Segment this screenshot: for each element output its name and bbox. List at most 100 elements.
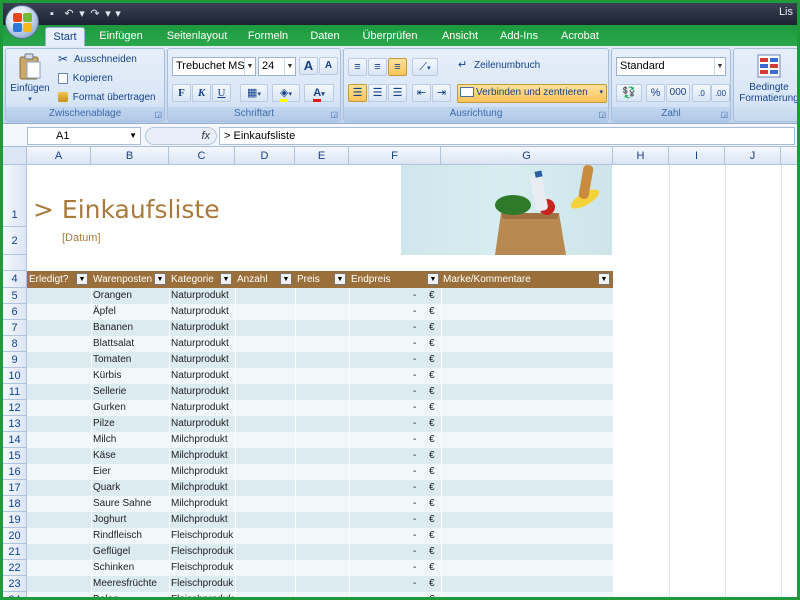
cell-endpreis[interactable]: - € <box>349 352 441 368</box>
cell-anzahl[interactable] <box>235 576 295 592</box>
cell-preis[interactable] <box>295 592 349 597</box>
align-middle-button[interactable]: ≡ <box>368 58 387 76</box>
align-right-button[interactable]: ☰ <box>388 84 407 102</box>
cell-anzahl[interactable] <box>235 528 295 544</box>
align-top-button[interactable]: ≡ <box>348 58 367 76</box>
cell-endpreis[interactable]: - € <box>349 368 441 384</box>
column-header-j[interactable]: J <box>725 147 781 165</box>
cell-kategorie[interactable]: Fleischproduk <box>169 560 235 576</box>
cell-kategorie[interactable]: Naturprodukt <box>169 304 235 320</box>
column-header-i[interactable]: I <box>669 147 725 165</box>
cell-anzahl[interactable] <box>235 544 295 560</box>
cell-kategorie[interactable]: Fleischproduk <box>169 544 235 560</box>
row-header[interactable]: 22 <box>3 560 27 576</box>
row-header-2[interactable]: 2 <box>3 227 27 255</box>
tab-ansicht[interactable]: Ansicht <box>435 27 485 46</box>
select-all-corner[interactable] <box>3 147 27 165</box>
filter-dropdown-icon[interactable]: ▼ <box>334 273 346 285</box>
cell-anzahl[interactable] <box>235 432 295 448</box>
cell-warenposten[interactable]: Tomaten <box>91 352 169 368</box>
cell-warenposten[interactable]: Pilze <box>91 416 169 432</box>
cell-marke-kommentare[interactable] <box>441 528 613 544</box>
cell-erledigt[interactable] <box>27 464 91 480</box>
column-header-h[interactable]: H <box>613 147 669 165</box>
paste-button[interactable]: Einfügen ▾ <box>8 53 52 109</box>
column-header-g[interactable]: G <box>441 147 613 165</box>
cell-erledigt[interactable] <box>27 560 91 576</box>
cell-erledigt[interactable] <box>27 592 91 597</box>
cell-anzahl[interactable] <box>235 496 295 512</box>
cell-preis[interactable] <box>295 320 349 336</box>
font-launcher-icon[interactable]: ◲ <box>330 110 338 119</box>
grow-font-button[interactable]: A <box>299 57 318 75</box>
borders-button[interactable]: ▦▾ <box>240 84 268 102</box>
cell-endpreis[interactable]: - € <box>349 416 441 432</box>
cell-marke-kommentare[interactable] <box>441 464 613 480</box>
cell-kategorie[interactable]: Milchprodukt <box>169 480 235 496</box>
italic-button[interactable]: K <box>192 84 211 102</box>
cell-marke-kommentare[interactable] <box>441 368 613 384</box>
tab-ueberpruefen[interactable]: Überprüfen <box>355 27 425 46</box>
cell-anzahl[interactable] <box>235 480 295 496</box>
percent-button[interactable]: % <box>646 84 665 102</box>
row-header[interactable]: 17 <box>3 480 27 496</box>
name-box[interactable]: A1 ▼ <box>27 127 141 145</box>
insert-function-button[interactable]: fx <box>145 127 217 145</box>
column-header-f[interactable]: F <box>349 147 441 165</box>
tab-seitenlayout[interactable]: Seitenlayout <box>159 27 235 46</box>
cell-erledigt[interactable] <box>27 432 91 448</box>
cell-endpreis[interactable]: - € <box>349 320 441 336</box>
cell-marke-kommentare[interactable] <box>441 448 613 464</box>
cell-warenposten[interactable]: Rindfleisch <box>91 528 169 544</box>
cell-erledigt[interactable] <box>27 384 91 400</box>
row-header[interactable]: 7 <box>3 320 27 336</box>
cell-preis[interactable] <box>295 560 349 576</box>
filter-dropdown-icon[interactable]: ▼ <box>427 273 439 285</box>
cell-anzahl[interactable] <box>235 288 295 304</box>
cell-anzahl[interactable] <box>235 416 295 432</box>
cell-preis[interactable] <box>295 304 349 320</box>
row-header[interactable]: 24 <box>3 592 27 597</box>
cell-warenposten[interactable]: Geflügel <box>91 544 169 560</box>
cell-endpreis[interactable]: - € <box>349 592 441 597</box>
cell-marke-kommentare[interactable] <box>441 320 613 336</box>
cell-erledigt[interactable] <box>27 368 91 384</box>
thousands-separator-button[interactable]: 000 <box>666 84 690 102</box>
cell-kategorie[interactable]: Milchprodukt <box>169 432 235 448</box>
cell-marke-kommentare[interactable] <box>441 592 613 597</box>
undo-dropdown-icon[interactable]: ▾ <box>79 7 85 21</box>
row-header[interactable]: 13 <box>3 416 27 432</box>
column-header-a[interactable]: A <box>27 147 91 165</box>
page-title[interactable]: > Einkaufsliste <box>33 195 220 224</box>
cell-anzahl[interactable] <box>235 336 295 352</box>
cell-kategorie[interactable]: Naturprodukt <box>169 400 235 416</box>
increase-indent-button[interactable]: ⇥ <box>432 84 451 102</box>
cell-anzahl[interactable] <box>235 464 295 480</box>
cell-warenposten[interactable]: Blattsalat <box>91 336 169 352</box>
cell-kategorie[interactable]: Naturprodukt <box>169 320 235 336</box>
undo-icon[interactable]: ↶ <box>62 7 76 21</box>
cell-endpreis[interactable]: - € <box>349 496 441 512</box>
decrease-decimal-button[interactable]: .00 <box>711 84 730 102</box>
tab-formeln[interactable]: Formeln <box>243 27 293 46</box>
row-header[interactable]: 21 <box>3 544 27 560</box>
row-header[interactable]: 10 <box>3 368 27 384</box>
cell-warenposten[interactable]: Käse <box>91 448 169 464</box>
number-launcher-icon[interactable]: ◲ <box>720 110 728 119</box>
cell-anzahl[interactable] <box>235 592 295 597</box>
row-header[interactable]: 5 <box>3 288 27 304</box>
cell-marke-kommentare[interactable] <box>441 576 613 592</box>
cell-preis[interactable] <box>295 480 349 496</box>
underline-button[interactable]: U <box>212 84 231 102</box>
cell-warenposten[interactable]: Kürbis <box>91 368 169 384</box>
redo-dropdown-icon[interactable]: ▾ <box>105 7 111 21</box>
cell-erledigt[interactable] <box>27 336 91 352</box>
cell-endpreis[interactable]: - € <box>349 400 441 416</box>
cell-kategorie[interactable]: Fleischproduk <box>169 528 235 544</box>
shrink-font-button[interactable]: A <box>319 57 338 75</box>
cell-warenposten[interactable]: Saure Sahne <box>91 496 169 512</box>
row-header-3[interactable] <box>3 255 27 271</box>
cell-erledigt[interactable] <box>27 416 91 432</box>
cell-warenposten[interactable]: Bananen <box>91 320 169 336</box>
tab-daten[interactable]: Daten <box>303 27 347 46</box>
